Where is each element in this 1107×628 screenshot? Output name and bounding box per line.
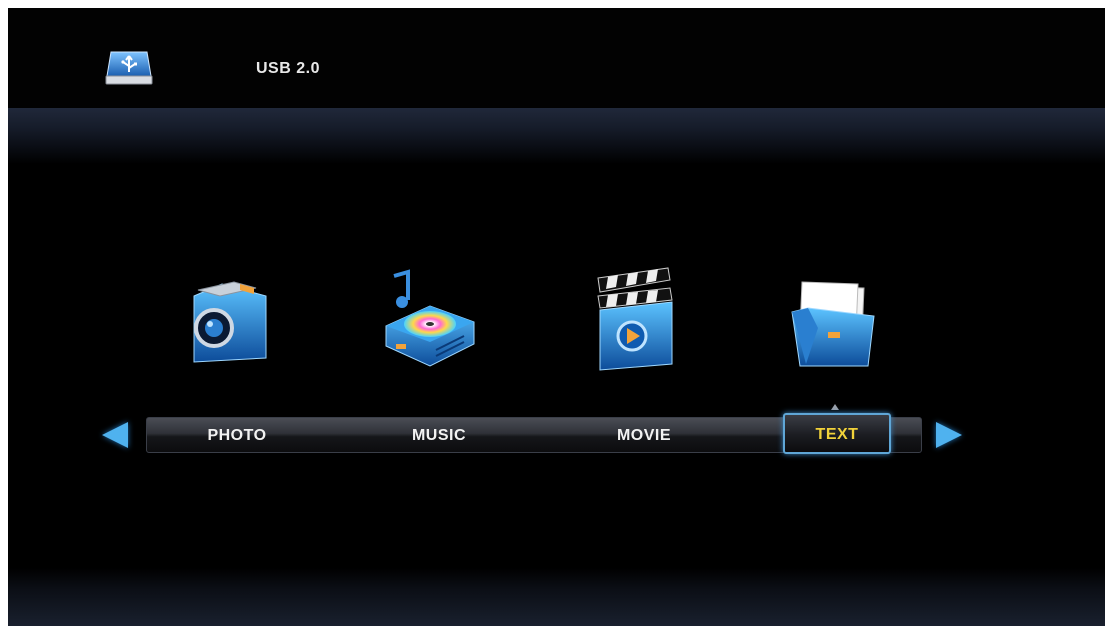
music-player-icon — [385, 269, 475, 367]
scroll-right-arrow-icon[interactable] — [936, 422, 962, 448]
usb-drive-icon[interactable] — [103, 46, 155, 88]
device-label: USB 2.0 — [256, 60, 320, 77]
tv-media-screen: USB 2.0 PHOTO MUSIC MOVIE TEXT — [8, 8, 1105, 626]
scroll-left-arrow-icon[interactable] — [102, 422, 128, 448]
music-tile[interactable] — [374, 266, 484, 376]
footer-band — [8, 568, 1105, 626]
menu-item-photo[interactable]: PHOTO — [177, 418, 297, 452]
camera-icon — [193, 281, 267, 363]
menu-item-movie[interactable]: MOVIE — [584, 418, 704, 452]
menu-item-text-selected[interactable]: TEXT — [783, 413, 891, 454]
photo-tile[interactable] — [174, 266, 284, 376]
clapperboard-icon — [597, 267, 673, 371]
focus-caret-icon — [831, 404, 839, 410]
header-band — [8, 108, 1105, 164]
menu-item-music[interactable]: MUSIC — [379, 418, 499, 452]
media-menu-bar: PHOTO MUSIC MOVIE TEXT — [146, 413, 922, 454]
movie-tile[interactable] — [580, 266, 690, 376]
text-tile[interactable] — [778, 266, 888, 376]
top-bar: USB 2.0 — [8, 8, 1105, 108]
folder-document-icon — [791, 281, 875, 367]
